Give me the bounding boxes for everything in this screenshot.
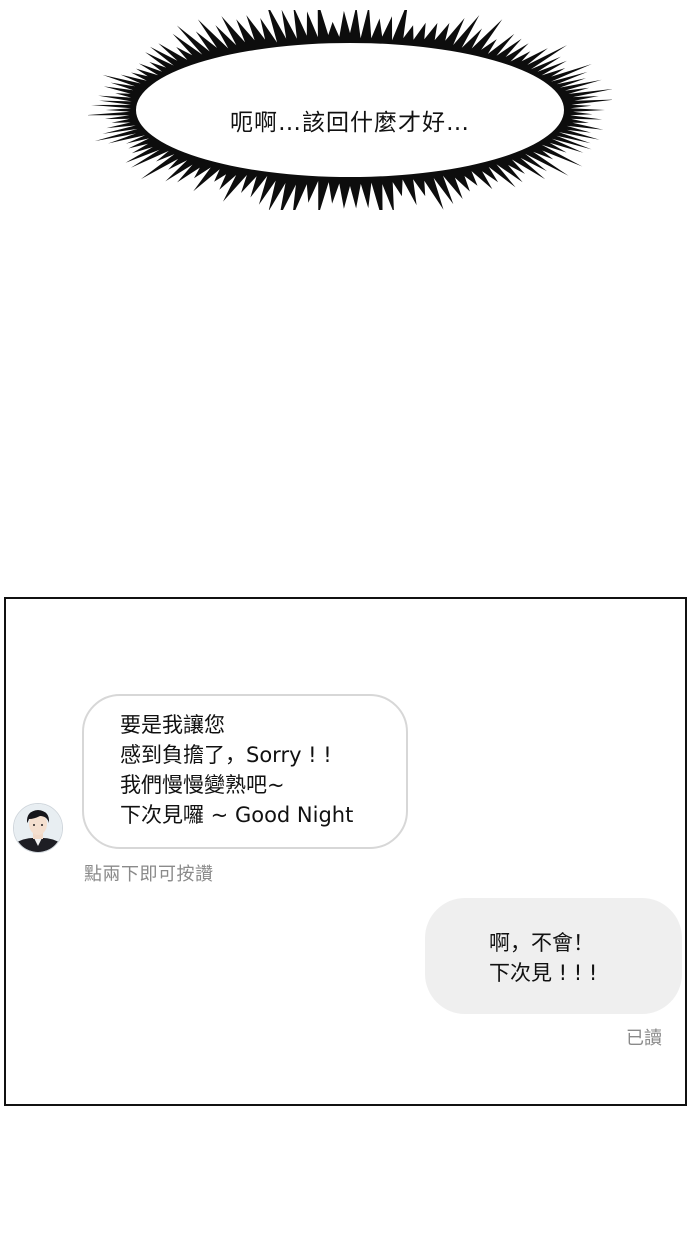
- incoming-message-line: 我們慢慢變熟吧~: [120, 773, 285, 797]
- person-avatar-icon[interactable]: [13, 803, 63, 853]
- incoming-message-line: 感到負擔了，Sorry ! !: [120, 743, 332, 767]
- outgoing-message-line: 下次見 ! ! !: [489, 961, 598, 985]
- incoming-message-line: 下次見囉 ~ Good Night: [120, 803, 354, 827]
- double-tap-like-hint: 點兩下即可按讚: [84, 864, 214, 885]
- incoming-message-line: 要是我讓您: [120, 713, 225, 737]
- incoming-message-bubble[interactable]: 要是我讓您 感到負擔了，Sorry ! ! 我們慢慢變熟吧~ 下次見囉 ~ Go…: [82, 694, 408, 849]
- outgoing-message-bubble[interactable]: 啊，不會！ 下次見 ! ! !: [425, 898, 682, 1014]
- thought-bubble: 呃啊…該回什麼才好…: [85, 0, 614, 222]
- outgoing-message-line: 啊，不會！: [489, 931, 594, 955]
- chat-panel: 要是我讓您 感到負擔了，Sorry ! ! 我們慢慢變熟吧~ 下次見囉 ~ Go…: [4, 597, 687, 1106]
- thought-text: 呃啊…該回什麼才好…: [230, 110, 470, 136]
- read-receipt: 已讀: [626, 1028, 662, 1049]
